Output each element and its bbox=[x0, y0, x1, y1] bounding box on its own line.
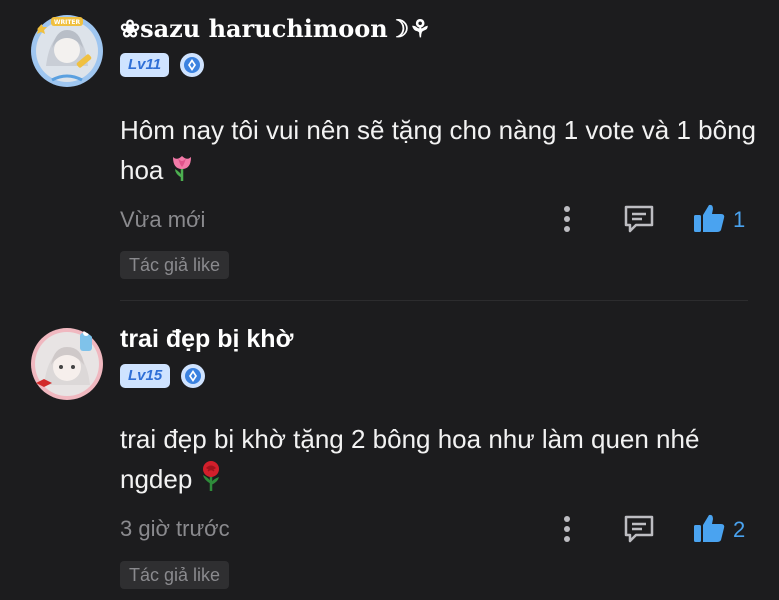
rose-icon bbox=[198, 460, 224, 503]
reply-icon[interactable] bbox=[622, 513, 656, 545]
username[interactable]: ❀sazu haruchimoon☽⚘ bbox=[120, 14, 431, 43]
like-count: 1 bbox=[733, 207, 746, 232]
writer-avatar-icon: WRITER bbox=[31, 15, 103, 87]
tulip-icon bbox=[169, 152, 195, 193]
author-like-tag: Tác giả like bbox=[120, 251, 230, 279]
comment-item: trai đẹp bị khờ Lv15 trai đẹp bị khờ tặn… bbox=[0, 305, 779, 600]
comment-actions: 1 bbox=[0, 199, 779, 239]
avatar[interactable]: WRITER bbox=[30, 14, 104, 88]
avatar[interactable] bbox=[30, 327, 104, 401]
more-options-icon[interactable] bbox=[555, 203, 579, 235]
verified-icon bbox=[180, 53, 205, 77]
divider bbox=[120, 300, 748, 301]
comment-actions: 2 bbox=[0, 509, 779, 549]
thumbs-up-icon[interactable] bbox=[692, 511, 726, 545]
comment-item: WRITER ❀sazu haruchimoon☽⚘ Lv11 Hôm nay … bbox=[0, 0, 779, 301]
reply-icon[interactable] bbox=[622, 203, 656, 235]
level-badge: Lv11 bbox=[120, 53, 170, 77]
thumbs-up-icon[interactable] bbox=[692, 201, 726, 235]
comment-text: trai đẹp bị khờ tặng 2 bông hoa như làm … bbox=[120, 419, 760, 503]
user-badges: Lv11 bbox=[120, 52, 205, 78]
user-badges: Lv15 bbox=[120, 363, 206, 389]
level-badge: Lv15 bbox=[120, 364, 171, 388]
author-like-tag: Tác giả like bbox=[120, 561, 230, 589]
verified-icon bbox=[181, 364, 206, 388]
svg-text:WRITER: WRITER bbox=[54, 19, 81, 26]
comment-text: Hôm nay tôi vui nên sẽ tặng cho nàng 1 v… bbox=[120, 110, 760, 193]
more-options-icon[interactable] bbox=[555, 513, 579, 545]
like-count: 2 bbox=[733, 517, 746, 542]
anime-avatar-icon bbox=[31, 328, 103, 400]
username[interactable]: trai đẹp bị khờ bbox=[120, 325, 293, 354]
